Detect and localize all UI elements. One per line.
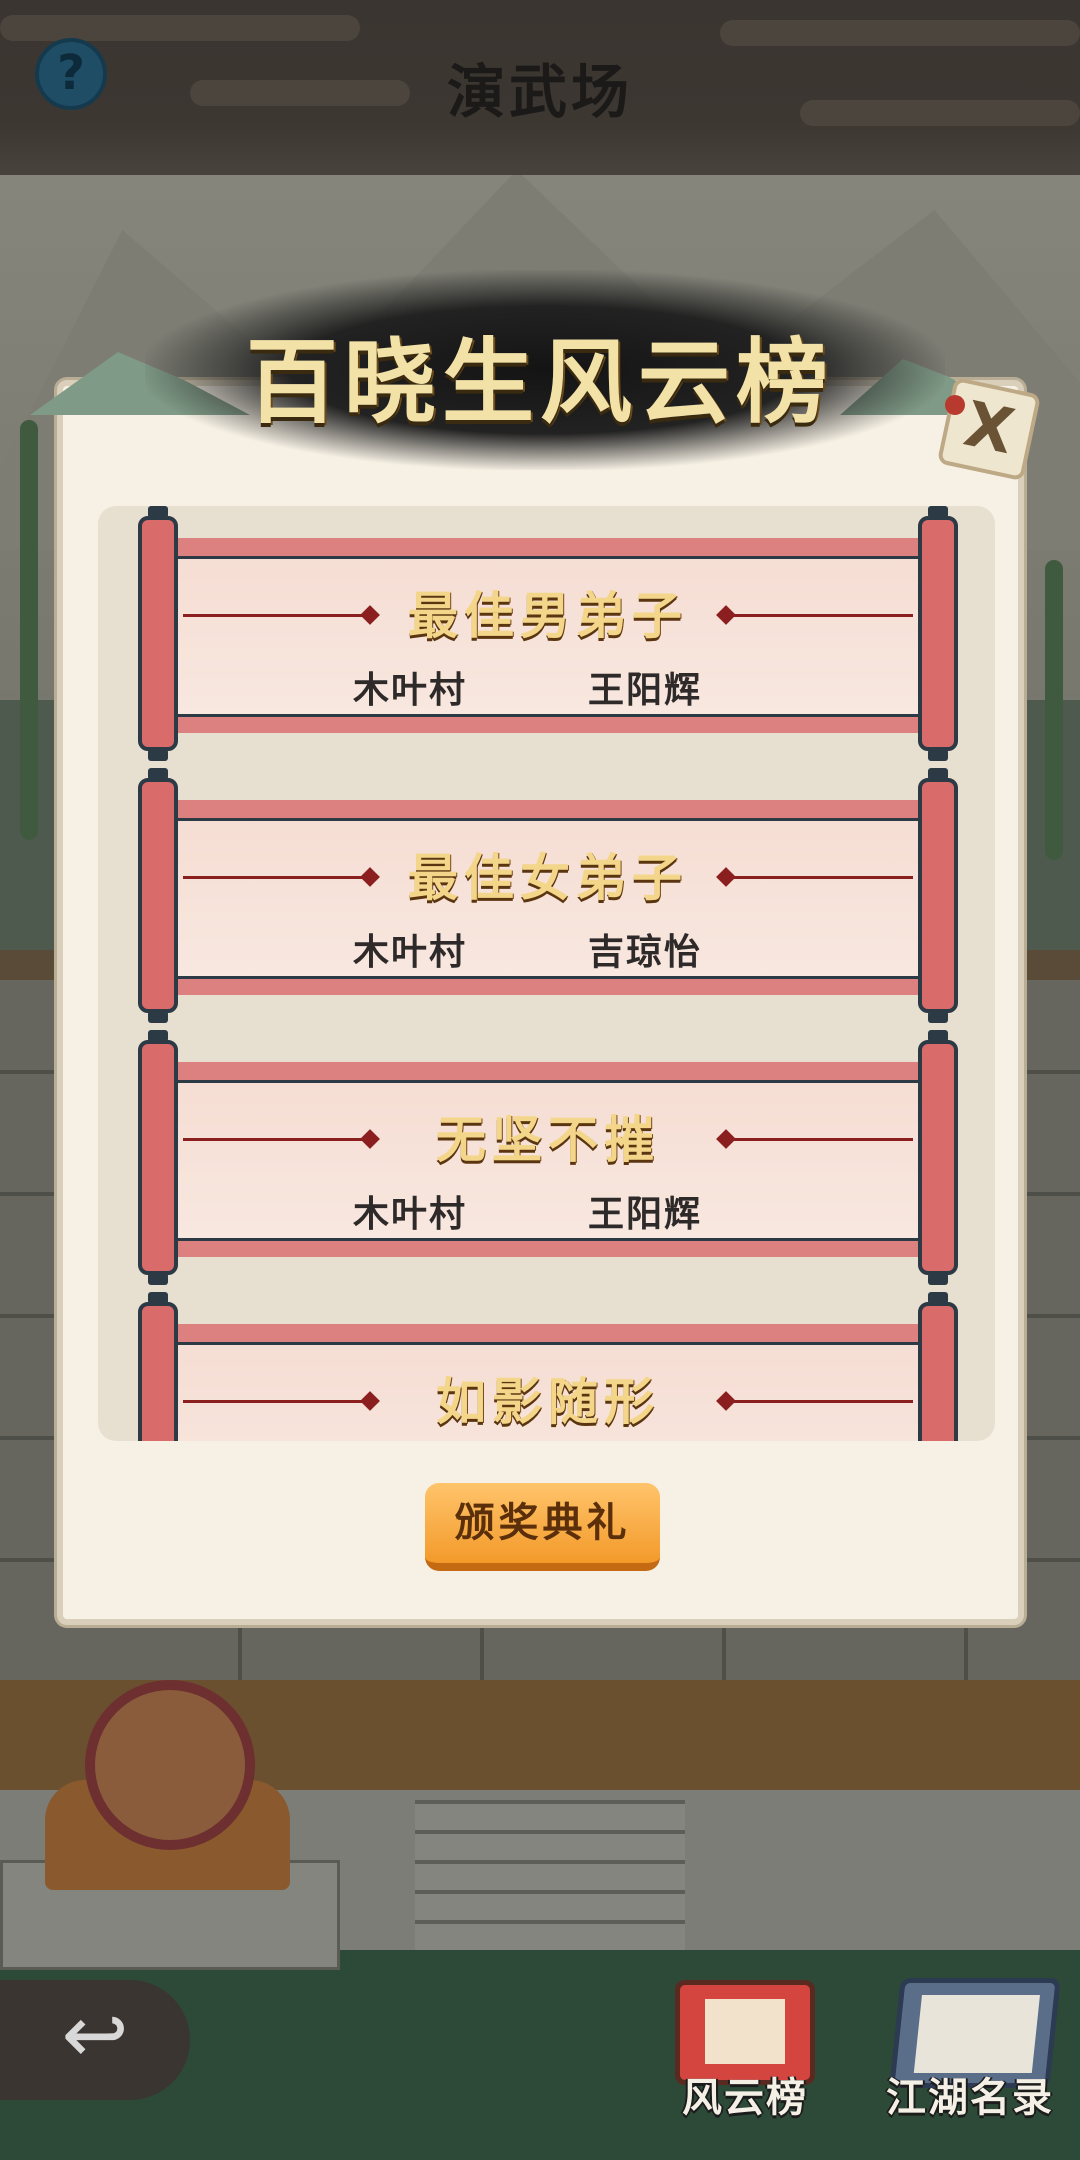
award-scroll: 最佳男弟子木叶村 王阳辉 xyxy=(138,506,958,761)
scroll-rod xyxy=(138,506,178,761)
back-button[interactable]: ↩ xyxy=(0,1980,190,2100)
award-title: 最佳女弟子 xyxy=(408,848,688,907)
nav-item-leaderboard[interactable]: 风云榜 xyxy=(650,1960,840,2160)
help-icon: ? xyxy=(57,45,85,101)
pin-decoration xyxy=(945,395,965,415)
page-title: 演武场 xyxy=(446,58,633,126)
help-button[interactable]: ? xyxy=(35,38,107,110)
award-village: 木叶村 xyxy=(353,670,468,711)
nav-label: 风云榜 xyxy=(682,2075,808,2121)
scroll-rod xyxy=(138,768,178,1023)
award-list[interactable]: 最佳男弟子 木叶村 王阳辉 最佳女弟子 木叶村 吉琼怡 无坚不摧 木叶村 王阳辉 如影随形 xyxy=(98,506,995,1441)
bamboo-decoration xyxy=(20,420,38,840)
scroll-paper: 最佳男弟子木叶村 王阳辉 xyxy=(178,538,918,733)
nav-label: 江湖名录 xyxy=(886,2075,1054,2121)
award-winner: 王阳辉 xyxy=(588,1194,703,1235)
scroll-rod xyxy=(918,506,958,761)
scroll-paper: 最佳女弟子木叶村 吉琼怡 xyxy=(178,800,918,995)
award-scroll: 最佳女弟子木叶村 吉琼怡 xyxy=(138,768,958,1023)
brush-stroke xyxy=(190,80,410,106)
scroll-paper: 如影随形 xyxy=(178,1324,918,1441)
nav-item-directory[interactable]: 江湖名录 xyxy=(875,1960,1065,2160)
brush-stroke xyxy=(0,15,360,41)
close-icon: X xyxy=(958,386,1021,469)
scroll-rod xyxy=(918,1292,958,1441)
panel-title: 百晓生风云榜 xyxy=(245,328,834,436)
scroll-rod xyxy=(138,1030,178,1285)
award-title: 最佳男弟子 xyxy=(408,586,688,645)
scroll-rod xyxy=(138,1292,178,1441)
award-scroll: 如影随形 xyxy=(138,1292,958,1441)
award-scroll: 无坚不摧木叶村 王阳辉 xyxy=(138,1030,958,1285)
close-button[interactable]: X xyxy=(936,376,1042,482)
award-village: 木叶村 xyxy=(353,932,468,973)
award-title: 无坚不摧 xyxy=(436,1110,660,1169)
award-winner: 王阳辉 xyxy=(588,670,703,711)
brush-stroke xyxy=(720,20,1080,46)
bamboo-decoration xyxy=(1045,560,1063,860)
back-arrow-icon: ↩ xyxy=(61,1988,129,2081)
drum xyxy=(85,1680,255,1850)
brush-stroke xyxy=(800,100,1080,126)
award-village: 木叶村 xyxy=(353,1194,468,1235)
scroll-rod xyxy=(918,768,958,1023)
award-winner: 吉琼怡 xyxy=(588,932,703,973)
scroll-paper: 无坚不摧木叶村 王阳辉 xyxy=(178,1062,918,1257)
leaderboard-panel: 最佳男弟子 木叶村 王阳辉 最佳女弟子 木叶村 吉琼怡 无坚不摧 木叶村 王阳辉 如影随形 颁奖典… xyxy=(57,380,1024,1625)
scroll-rod xyxy=(918,1030,958,1285)
top-bar: ? 演武场 xyxy=(0,0,1080,175)
award-ceremony-button[interactable]: 颁奖典礼 xyxy=(425,1483,660,1571)
award-title: 如影随形 xyxy=(436,1372,660,1431)
